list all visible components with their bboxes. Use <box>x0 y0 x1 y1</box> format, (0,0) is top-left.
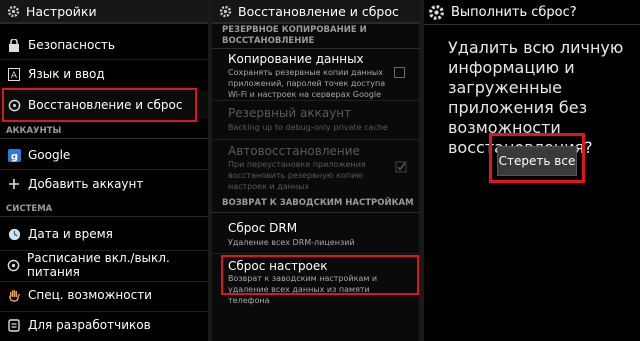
section-backup-line: ВОССТАНОВЛЕНИЕ <box>222 36 315 46</box>
auto-restore-checkbox[interactable] <box>395 158 407 177</box>
divider <box>212 48 419 49</box>
google-icon: g <box>7 148 21 162</box>
sidebar-item-accessibility[interactable]: Спец. возможности <box>0 283 208 307</box>
lock-icon <box>7 38 21 52</box>
divider <box>0 169 208 170</box>
settings-panel: Настройки Безопасность A Язык и ввод Вос… <box>0 0 208 341</box>
sidebar-item-label: Безопасность <box>28 38 115 52</box>
sidebar-item-label: Расписание вкл./выкл. питания <box>27 251 170 279</box>
drm-reset-title: Сброс DRM <box>228 221 298 235</box>
sidebar-item-security[interactable]: Безопасность <box>0 34 208 56</box>
highlight-frame <box>489 133 585 183</box>
divider <box>0 311 208 312</box>
backup-account-summary: Backing up to debug-only private cache <box>228 123 388 132</box>
sidebar-item-add-account[interactable]: Добавить аккаунт <box>0 173 208 195</box>
sidebar-item-label: Спец. возможности <box>28 288 152 302</box>
divider <box>212 212 419 213</box>
sidebar-item-label: Добавить аккаунт <box>28 177 144 191</box>
svg-text:g: g <box>10 151 17 162</box>
divider <box>212 139 419 140</box>
divider <box>212 253 419 254</box>
backup-reset-title: Восстановление и сброс <box>238 3 399 19</box>
settings-gear-icon <box>428 4 445 21</box>
section-accounts: АККАУНТЫ <box>0 124 208 139</box>
confirm-reset-title: Выполнить сброс? <box>451 4 577 20</box>
highlight-frame <box>221 255 419 295</box>
sidebar-item-date-time[interactable]: Дата и время <box>0 222 208 246</box>
clock-icon <box>7 227 21 241</box>
section-backup: РЕЗЕРВНОЕ КОПИРОВАНИЕ И ВОССТАНОВЛЕНИЕ <box>222 25 419 47</box>
section-system: СИСТЕМА <box>0 202 208 217</box>
backup-reset-action-bar: Восстановление и сброс <box>212 0 419 24</box>
sidebar-item-label: Для разработчиков <box>28 318 151 332</box>
confirm-reset-panel: Выполнить сброс? Удалить всю личную инфо… <box>424 0 640 341</box>
hand-icon <box>7 288 21 302</box>
keyboard-a-icon: A <box>7 67 21 81</box>
svg-text:A: A <box>11 71 18 81</box>
developer-icon <box>7 318 21 332</box>
divider <box>212 100 419 101</box>
divider <box>0 281 208 282</box>
sidebar-item-label: Дата и время <box>28 227 113 241</box>
section-factory-reset: ВОЗВРАТ К ЗАВОДСКИМ НАСТРОЙКАМ <box>222 198 414 208</box>
sidebar-item-power-schedule[interactable]: Расписание вкл./выкл. питания <box>0 251 208 279</box>
backup-reset-panel: Восстановление и сброс РЕЗЕРВНОЕ КОПИРОВ… <box>212 0 419 341</box>
sidebar-item-developer[interactable]: Для разработчиков <box>0 313 208 337</box>
settings-action-bar: Настройки <box>0 0 208 24</box>
sidebar-item-label: Google <box>28 148 71 162</box>
power-icon <box>7 258 20 272</box>
divider <box>0 59 208 60</box>
auto-restore-title: Автовосстановление <box>228 144 360 158</box>
section-backup-line: РЕЗЕРВНОЕ КОПИРОВАНИЕ И <box>222 25 367 35</box>
drm-reset-summary: Удаление всех DRM-лицензий <box>228 238 355 247</box>
settings-title: Настройки <box>26 3 97 19</box>
confirm-reset-header: Выполнить сброс? <box>424 0 640 25</box>
settings-gear-icon[interactable] <box>6 4 20 18</box>
backup-data-summary: Сохранять резервные копии данных приложе… <box>228 68 386 99</box>
highlight-frame <box>2 88 197 122</box>
settings-gear-icon[interactable] <box>218 4 232 18</box>
sidebar-item-label: Язык и ввод <box>28 67 105 81</box>
backup-data-checkbox[interactable] <box>394 67 405 78</box>
backup-data-title: Копирование данных <box>228 52 364 66</box>
backup-account-title: Резервный аккаунт <box>228 106 352 120</box>
sidebar-item-google[interactable]: g Google <box>0 144 208 166</box>
sidebar-item-language[interactable]: A Язык и ввод <box>0 63 208 85</box>
auto-restore-summary: При переустановке приложения восстановит… <box>228 160 366 191</box>
plus-icon <box>7 177 21 191</box>
